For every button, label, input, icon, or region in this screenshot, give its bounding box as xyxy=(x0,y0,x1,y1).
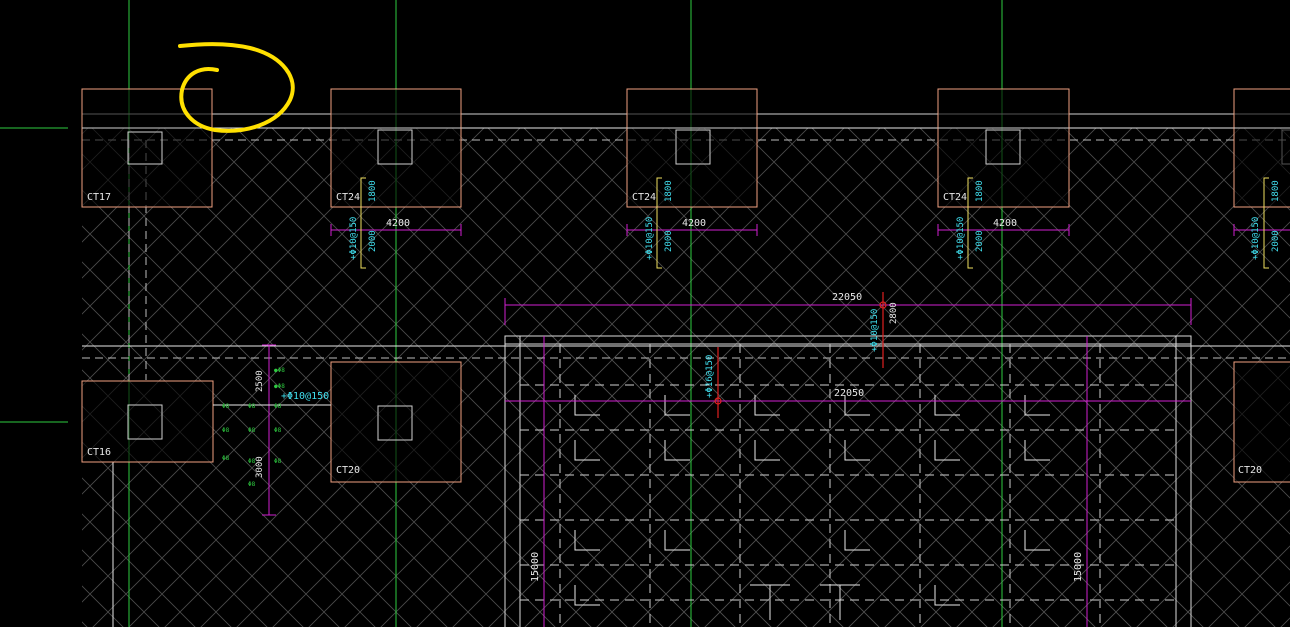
pile-cap-ct24-2 xyxy=(626,88,758,208)
span-22050-top-label: 22050 xyxy=(832,292,862,303)
svg-text:2800: 2800 xyxy=(889,302,899,324)
svg-text:2000: 2000 xyxy=(664,230,674,252)
svg-text:1800: 1800 xyxy=(1271,180,1281,202)
svg-text:2000: 2000 xyxy=(975,230,985,252)
label-ct17: CT17 xyxy=(87,192,111,203)
svg-text:Φ8: Φ8 xyxy=(274,458,282,465)
svg-text:1800: 1800 xyxy=(975,180,985,202)
svg-text:Φ8: Φ8 xyxy=(222,403,230,410)
label-ct20-right: CT20 xyxy=(1238,465,1262,476)
label-ct24-3: CT24 xyxy=(943,192,967,203)
label-ct24-1: CT24 xyxy=(336,192,360,203)
svg-text:Φ8: Φ8 xyxy=(222,455,230,462)
svg-text:+Φ10@150: +Φ10@150 xyxy=(956,217,966,260)
svg-text:1800: 1800 xyxy=(368,180,378,202)
svg-text:1800: 1800 xyxy=(664,180,674,202)
svg-text:2000: 2000 xyxy=(368,230,378,252)
pile-cap-ct17 xyxy=(81,88,213,208)
svg-text:4200: 4200 xyxy=(386,218,410,229)
svg-text:+Φ10@150: +Φ10@150 xyxy=(281,391,329,402)
svg-text:4200: 4200 xyxy=(682,218,706,229)
svg-text:3000: 3000 xyxy=(255,456,265,478)
svg-text:+Φ10@150: +Φ10@150 xyxy=(645,217,655,260)
svg-text:+Φ10@150: +Φ10@150 xyxy=(870,309,880,352)
svg-text:Φ8: Φ8 xyxy=(274,427,282,434)
svg-text:4200: 4200 xyxy=(993,218,1017,229)
svg-text:Φ8: Φ8 xyxy=(248,481,256,488)
pile-cap-ct24-1 xyxy=(330,88,462,208)
svg-text:2000: 2000 xyxy=(1271,230,1281,252)
svg-text:Φ8: Φ8 xyxy=(248,403,256,410)
inner-raft-region xyxy=(505,336,1191,627)
svg-text:15000: 15000 xyxy=(1073,552,1084,582)
pile-cap-ct20-1 xyxy=(330,361,462,483)
svg-text:●Φ8: ●Φ8 xyxy=(274,367,285,374)
svg-text:Φ8: Φ8 xyxy=(248,427,256,434)
span-22050-mid-label: 22050 xyxy=(834,388,864,399)
svg-text:●Φ8: ●Φ8 xyxy=(274,383,285,390)
svg-text:+Φ10@150: +Φ10@150 xyxy=(1251,217,1261,260)
label-ct20-1: CT20 xyxy=(336,465,360,476)
pile-cap-right-top xyxy=(1233,88,1290,208)
pile-cap-ct20-right xyxy=(1233,361,1290,483)
svg-text:+Φ16@150: +Φ16@150 xyxy=(705,355,715,398)
svg-text:Φ8: Φ8 xyxy=(248,458,256,465)
svg-text:2500: 2500 xyxy=(255,370,265,392)
svg-text:+Φ10@150: +Φ10@150 xyxy=(349,217,359,260)
svg-text:Φ8: Φ8 xyxy=(222,427,230,434)
svg-text:Φ8: Φ8 xyxy=(274,403,282,410)
pile-cap-ct24-3 xyxy=(937,88,1070,208)
cad-drawing-canvas[interactable]: CT17 CT24 CT24 CT24 CT16 CT20 CT20 4200 … xyxy=(0,0,1290,627)
label-ct24-2: CT24 xyxy=(632,192,656,203)
label-ct16: CT16 xyxy=(87,447,111,458)
svg-text:15000: 15000 xyxy=(530,552,541,582)
